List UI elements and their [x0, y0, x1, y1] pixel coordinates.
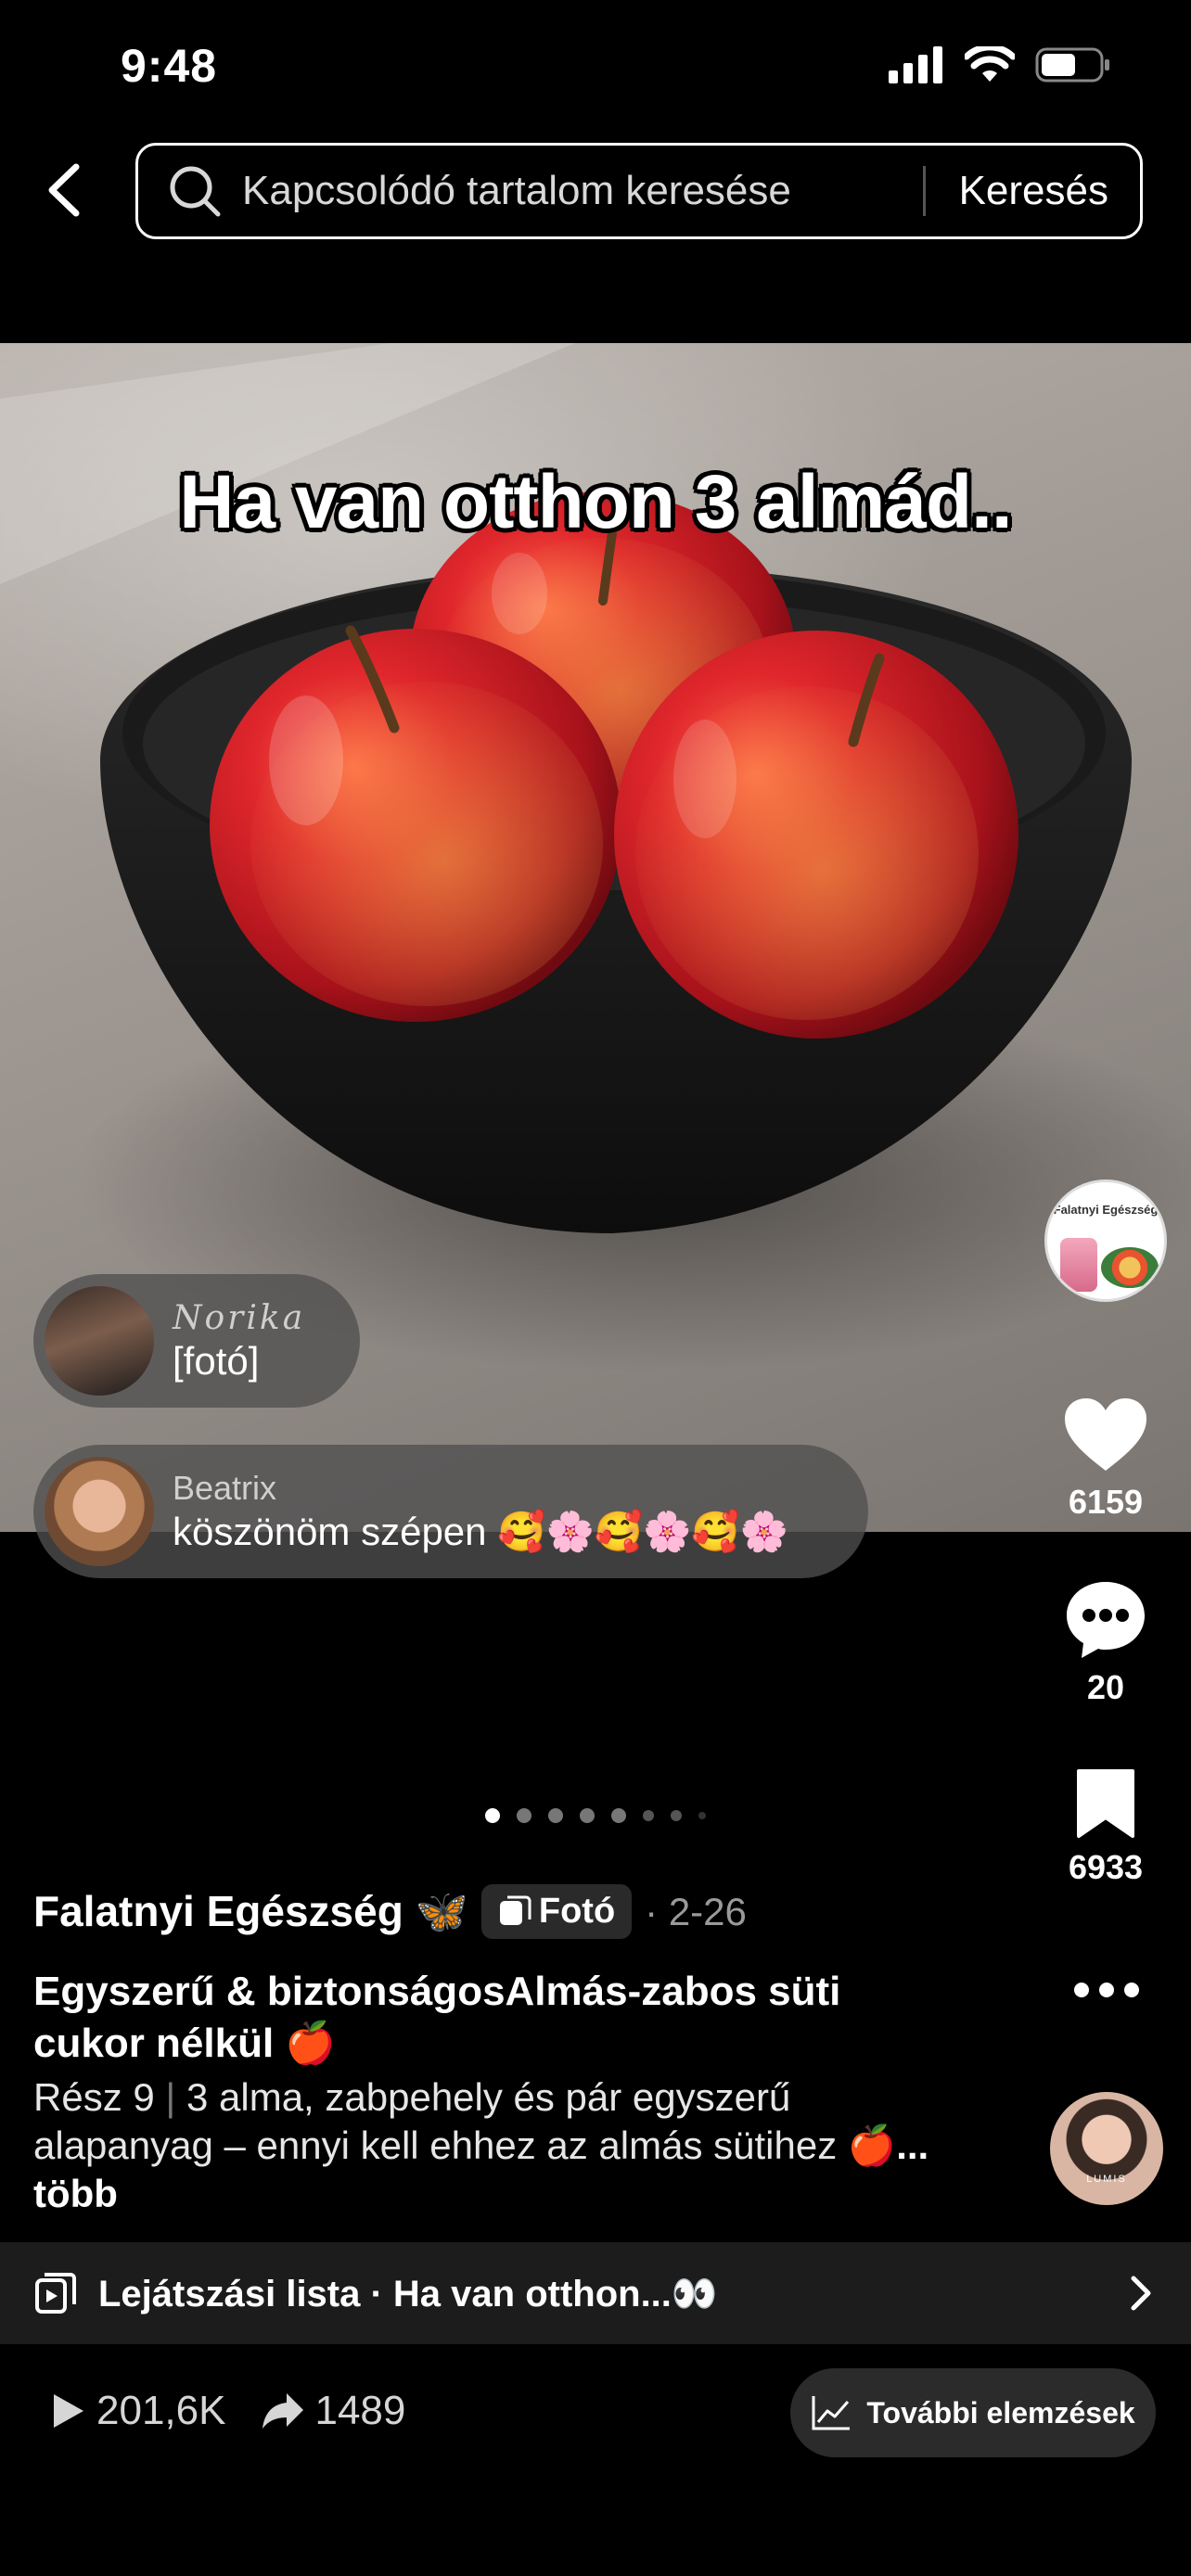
- like-count: 6159: [1068, 1483, 1144, 1521]
- commenter-avatar: [45, 1457, 154, 1566]
- post-title: Egyszerű & biztonságosAlmás-zabos süti c…: [33, 1969, 841, 2066]
- photo-overlay-text: Ha van otthon 3 almád..: [179, 460, 1012, 544]
- status-time: 9:48: [121, 40, 218, 92]
- comment-count: 20: [1086, 1668, 1125, 1706]
- signal-icon: [889, 46, 942, 83]
- wifi-icon: [965, 46, 1015, 82]
- search-box[interactable]: Kapcsolódó tartalom keresése Keresés: [135, 143, 1143, 239]
- play-icon: [54, 2394, 83, 2428]
- creator-avatar[interactable]: Falatnyi Egészség: [1044, 1180, 1167, 1302]
- music-disc-avatar[interactable]: LUMIS: [1050, 2092, 1163, 2205]
- search-input[interactable]: Kapcsolódó tartalom keresése: [242, 168, 923, 214]
- share-arrow-icon: [263, 2393, 304, 2429]
- comment-bubble-icon: [1067, 1582, 1145, 1658]
- more-options-icon[interactable]: [1072, 1977, 1141, 2003]
- save-button[interactable]: 6933: [1041, 1767, 1171, 1887]
- author-name[interactable]: Falatnyi Egészség 🦋: [33, 1886, 468, 1937]
- more-analytics-label: További elemzések: [866, 2395, 1135, 2429]
- back-chevron-icon[interactable]: [37, 158, 93, 223]
- creator-avatar-text: Falatnyi Egészség: [1053, 1203, 1159, 1217]
- comment-author: Beatrix: [173, 1468, 277, 1507]
- save-count: 6933: [1068, 1848, 1144, 1886]
- description-text: 3 alma, zabpehely és pár egyszerű alapan…: [33, 2075, 897, 2167]
- bookmark-icon: [1077, 1769, 1134, 1838]
- analytics-chart-icon: [812, 2396, 851, 2430]
- share-stat: 1489: [261, 2388, 405, 2434]
- battery-icon: [1035, 47, 1109, 83]
- pagination-dot: [517, 1808, 531, 1823]
- slide-pagination: [0, 1808, 1191, 1823]
- post-description[interactable]: Rész 9 | 3 alma, zabpehely és pár egysze…: [33, 2073, 942, 2218]
- more-analytics-button[interactable]: További elemzések: [790, 2368, 1156, 2457]
- comment-button[interactable]: 20: [1041, 1578, 1171, 1707]
- playlist-icon: [35, 2273, 76, 2314]
- comment-bubble-norika[interactable]: Norika [fotó]: [33, 1274, 360, 1408]
- pagination-dot: [671, 1810, 682, 1821]
- chevron-right-icon: [1131, 2276, 1151, 2311]
- pagination-dot: [611, 1808, 626, 1823]
- photo-stack-icon: [499, 1895, 531, 1925]
- music-disc-label: LUMIS: [1086, 2174, 1127, 2185]
- comment-bubble-beatrix[interactable]: Beatrix köszönöm szépen 🥰🌸🥰🌸🥰🌸: [33, 1445, 868, 1578]
- pagination-dot: [698, 1812, 706, 1819]
- play-count: 201,6K: [96, 2388, 226, 2433]
- content-type-label: Fotó: [538, 1892, 616, 1931]
- playlist-bar[interactable]: Lejátszási lista · Ha van otthon...👀: [0, 2242, 1191, 2344]
- pagination-dot: [485, 1808, 500, 1823]
- author-row: Falatnyi Egészség 🦋 Fotó · 2-26: [33, 1884, 747, 1939]
- pagination-dot: [643, 1810, 654, 1821]
- status-icons: [889, 46, 1111, 83]
- search-button[interactable]: Keresés: [926, 168, 1140, 214]
- pagination-dot: [580, 1808, 595, 1823]
- content-type-badge: Fotó: [480, 1884, 633, 1939]
- comment-text: köszönöm szépen 🥰🌸🥰🌸🥰🌸: [173, 1509, 788, 1553]
- playlist-label: Lejátszási lista · Ha van otthon...👀: [98, 2273, 718, 2315]
- post-date: · 2-26: [645, 1889, 747, 1933]
- share-count: 1489: [314, 2388, 406, 2433]
- commenter-avatar: [45, 1286, 154, 1396]
- series-part: Rész 9: [33, 2075, 155, 2119]
- comment-text: [fotó]: [173, 1338, 260, 1383]
- play-stat: 201,6K: [50, 2388, 225, 2434]
- like-button[interactable]: 6159: [1041, 1396, 1171, 1522]
- search-icon: [170, 166, 221, 217]
- comment-author: Norika: [173, 1298, 306, 1337]
- heart-icon: [1065, 1398, 1146, 1471]
- part-separator: |: [165, 2075, 176, 2119]
- pagination-dot: [548, 1808, 563, 1823]
